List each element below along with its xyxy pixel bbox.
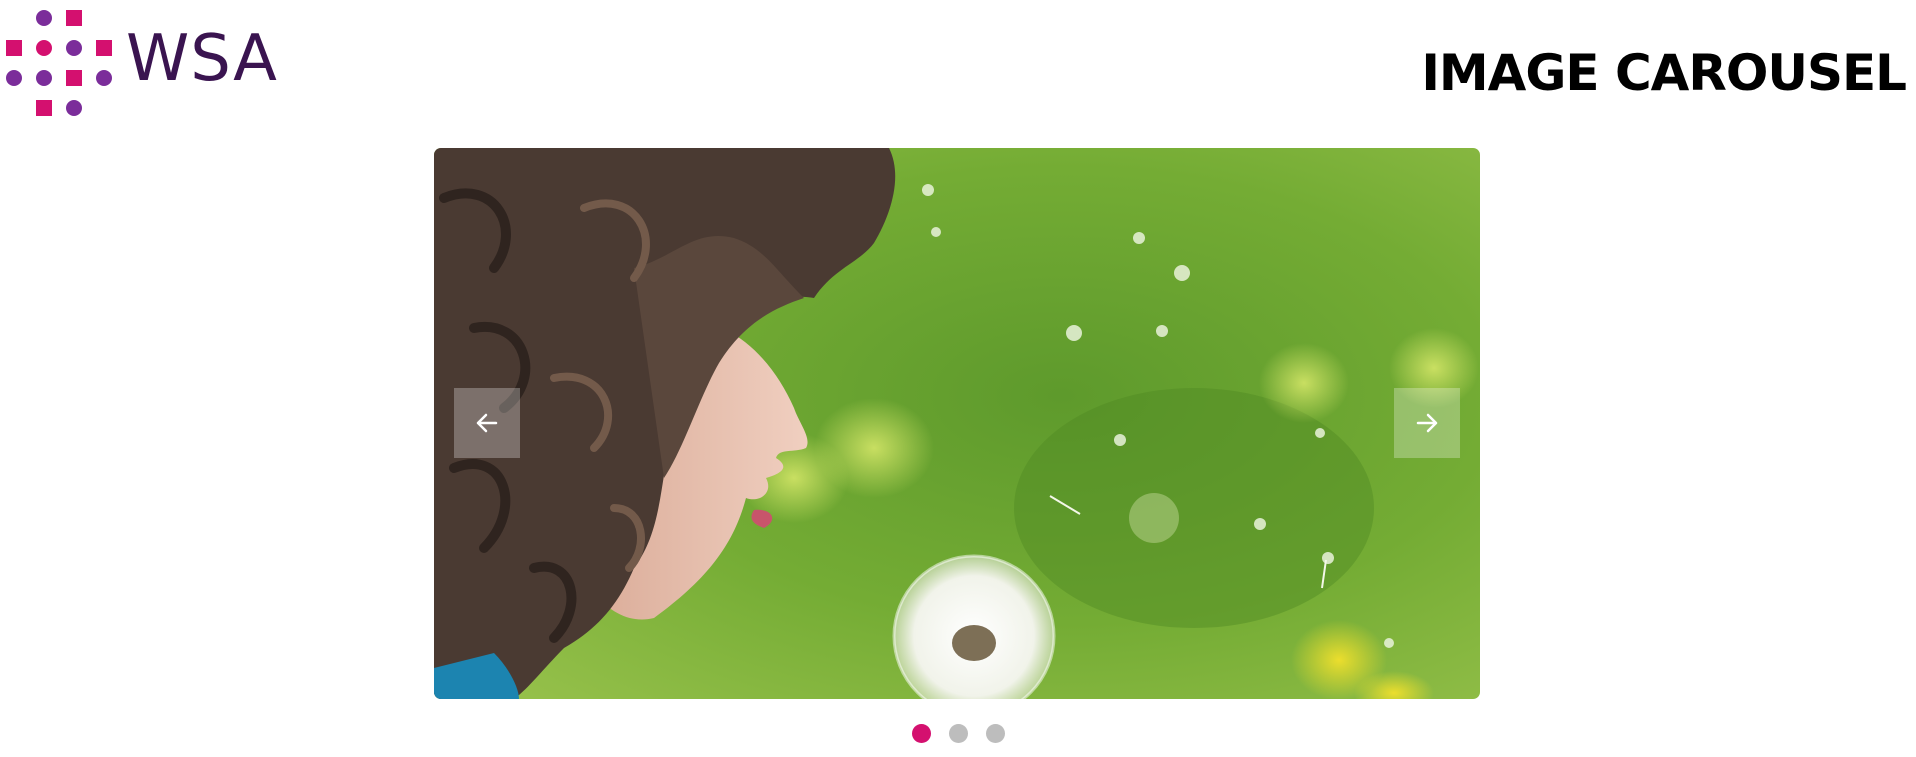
arrow-left-icon bbox=[476, 413, 498, 433]
carousel-prev-button[interactable] bbox=[454, 388, 520, 458]
carousel-indicator-dot[interactable] bbox=[911, 724, 931, 743]
child-blowing-dandelion-photo bbox=[434, 148, 1480, 699]
carousel-indicators bbox=[0, 724, 1916, 743]
carousel-indicator-dot[interactable] bbox=[985, 724, 1005, 743]
arrow-right-icon bbox=[1416, 413, 1438, 433]
brand-wordmark: WSA bbox=[126, 22, 278, 96]
carousel-next-button[interactable] bbox=[1394, 388, 1460, 458]
brand-logo[interactable]: WSA bbox=[6, 10, 278, 116]
dot-grid-logo-icon bbox=[6, 10, 112, 116]
page: WSA IMAGE CAROUSEL bbox=[0, 0, 1916, 757]
image-carousel[interactable] bbox=[434, 148, 1480, 699]
carousel-indicator-dot[interactable] bbox=[948, 724, 968, 743]
page-title: IMAGE CAROUSEL bbox=[1421, 44, 1907, 102]
